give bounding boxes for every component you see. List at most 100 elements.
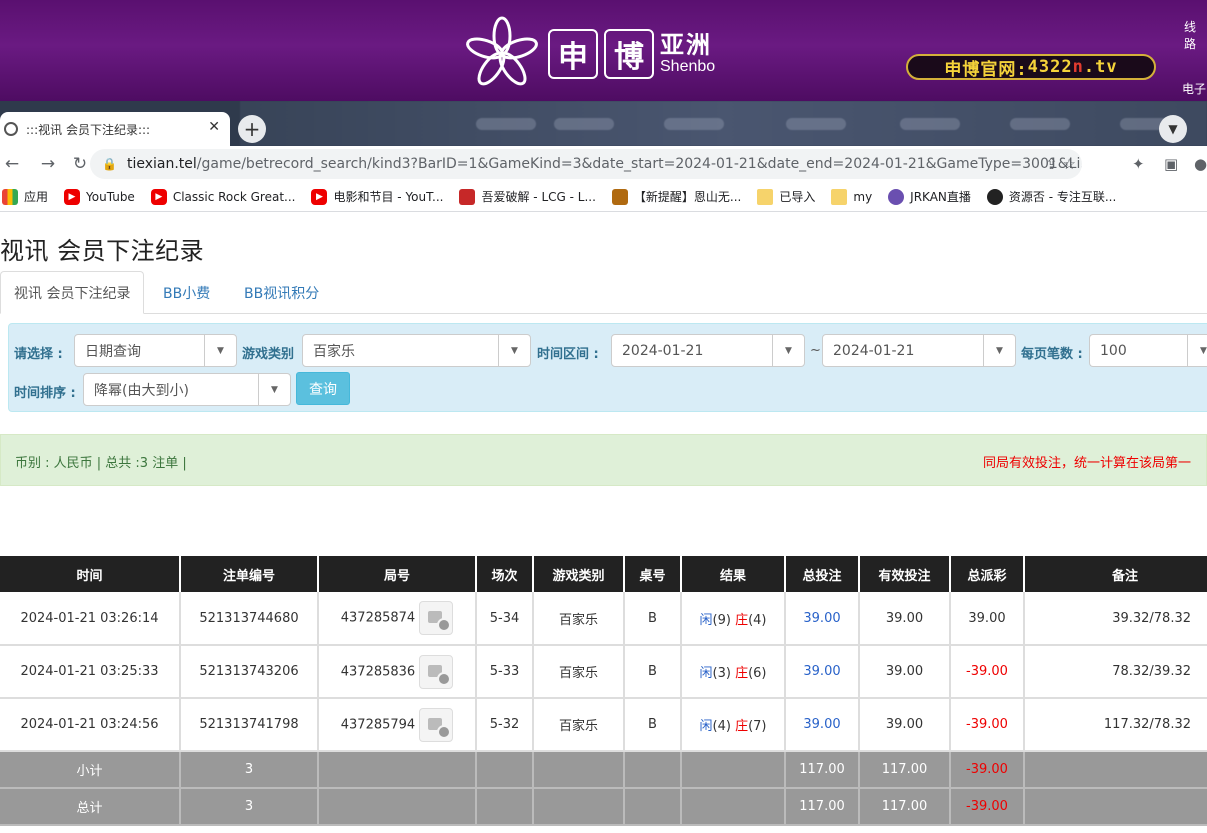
cell-bet[interactable]: 39.00 xyxy=(785,698,860,752)
result-banker: 庄 xyxy=(735,612,749,628)
sort-select[interactable]: 降幂(由大到小) ▼ xyxy=(83,373,291,406)
cell-payout: -39.00 xyxy=(950,698,1025,752)
col-header: 总派彩 xyxy=(950,556,1025,592)
date-range-tilde: ~ xyxy=(810,343,821,358)
cell-bet[interactable]: 39.00 xyxy=(785,645,860,699)
sort-value: 降幂(由大到小) xyxy=(94,382,189,399)
url-bar[interactable]: 🔒 tiexian.tel/game/betrecord_search/kind… xyxy=(90,149,1082,179)
subtotal-count: 3 xyxy=(180,751,319,789)
tab-bb-tips[interactable]: BB小费 xyxy=(150,271,223,314)
game-type-select[interactable]: 百家乐 ▼ xyxy=(302,334,531,367)
col-header: 桌号 xyxy=(624,556,682,592)
address-row: ← → ↻ 🔒 tiexian.tel/game/betrecord_searc… xyxy=(0,146,1207,182)
subtotal-payout: -39.00 xyxy=(950,751,1025,789)
bookmark-ziyuanfou[interactable]: 资源否 - 专注互联... xyxy=(986,188,1116,205)
date-start-select[interactable]: 2024-01-21 ▼ xyxy=(611,334,805,367)
tab-bet-record[interactable]: 视讯 会员下注纪录 xyxy=(0,271,145,314)
game-type-value: 百家乐 xyxy=(313,343,355,360)
bookmark-imported[interactable]: 已导入 xyxy=(757,188,815,205)
logo-cn: 亚洲 xyxy=(660,31,712,59)
bookmark-right-com[interactable]: 【新提醒】恩山无... xyxy=(611,188,741,205)
youtube-icon: ▶ xyxy=(311,188,328,205)
globe-icon xyxy=(4,122,18,136)
cell-session: 5-34 xyxy=(476,592,534,646)
site-icon xyxy=(986,188,1003,205)
bookmark-youtube[interactable]: ▶ YouTube xyxy=(64,188,135,205)
per-page-select[interactable]: 100 ▼ xyxy=(1089,334,1207,367)
result-player: 闲 xyxy=(699,719,713,734)
lock-icon[interactable]: 🔒 xyxy=(102,157,117,171)
cell-session: 5-32 xyxy=(476,698,534,752)
cell-bet[interactable]: 39.00 xyxy=(785,592,860,646)
site-prefix: 申博官网: xyxy=(944,59,1028,80)
banner-route-link[interactable]: 线路 xyxy=(1184,18,1207,52)
total-bet: 117.00 xyxy=(785,788,860,826)
video-replay-icon[interactable] xyxy=(419,601,454,635)
cell-game: 百家乐 xyxy=(533,698,625,752)
cell-remark: 117.32/78.32 xyxy=(1024,698,1207,752)
bookmark-label: JRKAN直播 xyxy=(910,190,971,204)
cell-table: B xyxy=(624,592,682,646)
cell-remark: 78.32/39.32 xyxy=(1024,645,1207,699)
result-banker-num: (6) xyxy=(748,666,767,681)
result-banker-num: (4) xyxy=(748,612,767,628)
col-header: 时间 xyxy=(0,556,181,592)
tab-title: :::视讯 会员下注纪录::: xyxy=(26,122,151,137)
round-number: 437285836 xyxy=(340,664,416,679)
cell-time: 2024-01-21 03:25:33 xyxy=(0,645,181,699)
tab-bb-points[interactable]: BB视讯积分 xyxy=(231,271,332,314)
total-payout: -39.00 xyxy=(950,788,1025,826)
summary-bar: 币别 : 人民币 | 总共 :3 注单 | 同局有效投注，统一计算在该局第一 xyxy=(0,434,1207,486)
bookmark-movies[interactable]: ▶ 电影和节目 - YouT... xyxy=(311,188,443,205)
subtotal-valid: 117.00 xyxy=(859,751,951,789)
extensions-puzzle-icon[interactable]: ✦ xyxy=(1132,155,1145,173)
query-type-select[interactable]: 日期查询 ▼ xyxy=(74,334,237,367)
empty-cell xyxy=(476,788,534,826)
video-replay-icon[interactable] xyxy=(419,707,454,742)
cell-table: B xyxy=(624,645,682,699)
logo-char-1: 申 xyxy=(548,29,598,79)
reload-icon[interactable]: ↻ xyxy=(68,154,92,174)
cell-game: 百家乐 xyxy=(533,645,625,699)
col-header: 结果 xyxy=(681,556,786,592)
result-banker-num: (7) xyxy=(748,719,767,734)
col-header: 备注 xyxy=(1024,556,1207,592)
date-end-select[interactable]: 2024-01-21 ▼ xyxy=(822,334,1016,367)
video-replay-icon[interactable] xyxy=(419,654,454,689)
cell-order: 521313744680 xyxy=(180,592,319,646)
cell-game: 百家乐 xyxy=(533,592,625,646)
back-arrow-icon[interactable]: ← xyxy=(0,154,24,174)
per-page-value: 100 xyxy=(1100,342,1127,359)
summary-left: 币别 : 人民币 | 总共 :3 注单 | xyxy=(15,456,187,471)
bookmark-52pojie[interactable]: 吾爱破解 - LCG - L... xyxy=(459,188,596,205)
profile-avatar-icon[interactable]: ● xyxy=(1194,155,1207,173)
query-type-value: 日期查询 xyxy=(85,343,141,360)
url-path: /game/betrecord_search/kind3?BarID=1&Gam… xyxy=(196,156,1082,172)
query-button[interactable]: 查询 xyxy=(296,372,350,405)
tab-search-chevron-down-icon[interactable]: ▼ xyxy=(1159,115,1187,143)
side-panel-icon[interactable]: ▣ xyxy=(1164,155,1178,173)
table-row: 2024-01-21 03:25:33 521313743206 4372858… xyxy=(0,645,1207,699)
bookmark-my[interactable]: my xyxy=(831,188,872,205)
chevron-down-icon: ▼ xyxy=(772,335,804,366)
site-icon xyxy=(459,188,476,205)
blurred-site-nav xyxy=(240,101,1207,146)
bookmark-jrkan[interactable]: JRKAN直播 xyxy=(888,188,971,205)
new-tab-button[interactable]: + xyxy=(238,115,266,143)
table-row: 2024-01-21 03:24:56 521313741798 4372857… xyxy=(0,698,1207,752)
game-type-label: 游戏类别 xyxy=(242,347,295,362)
bookmark-classic-rock[interactable]: ▶ Classic Rock Great... xyxy=(150,188,295,205)
empty-cell xyxy=(533,751,625,789)
result-banker: 庄 xyxy=(735,666,749,681)
official-site-badge[interactable]: 申博官网: 4322 n .tv xyxy=(906,54,1156,80)
forward-arrow-icon[interactable]: → xyxy=(36,154,60,174)
close-icon[interactable]: ✕ xyxy=(208,119,220,135)
cell-order: 521313743206 xyxy=(180,645,319,699)
result-player-num: (4) xyxy=(712,719,731,734)
banner-elec-link[interactable]: 电子 xyxy=(1182,80,1206,97)
site-icon xyxy=(611,188,628,205)
bookmark-apps[interactable]: 应用 xyxy=(2,188,48,205)
browser-tab-active[interactable]: :::视讯 会员下注纪录::: ✕ xyxy=(0,112,230,146)
share-star-icons[interactable]: ⇪ ☆ xyxy=(1045,155,1076,173)
round-number: 437285794 xyxy=(340,717,416,732)
